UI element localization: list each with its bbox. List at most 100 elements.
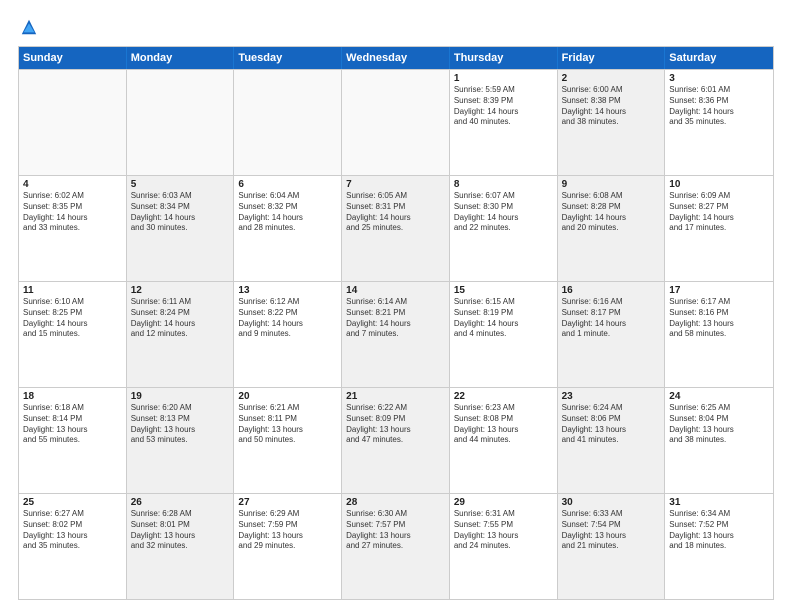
cell-text: Sunrise: 6:25 AM Sunset: 8:04 PM Dayligh… — [669, 403, 769, 446]
day-number: 25 — [23, 497, 122, 508]
calendar-header-cell: Wednesday — [342, 47, 450, 69]
cell-text: Sunrise: 6:09 AM Sunset: 8:27 PM Dayligh… — [669, 191, 769, 234]
calendar-cell — [234, 70, 342, 175]
day-number: 11 — [23, 285, 122, 296]
cell-text: Sunrise: 6:10 AM Sunset: 8:25 PM Dayligh… — [23, 297, 122, 340]
calendar-cell: 22Sunrise: 6:23 AM Sunset: 8:08 PM Dayli… — [450, 388, 558, 493]
cell-text: Sunrise: 6:21 AM Sunset: 8:11 PM Dayligh… — [238, 403, 337, 446]
cell-text: Sunrise: 6:31 AM Sunset: 7:55 PM Dayligh… — [454, 509, 553, 552]
day-number: 10 — [669, 179, 769, 190]
day-number: 1 — [454, 73, 553, 84]
cell-text: Sunrise: 6:08 AM Sunset: 8:28 PM Dayligh… — [562, 191, 661, 234]
calendar-cell — [19, 70, 127, 175]
day-number: 7 — [346, 179, 445, 190]
calendar-cell: 18Sunrise: 6:18 AM Sunset: 8:14 PM Dayli… — [19, 388, 127, 493]
day-number: 23 — [562, 391, 661, 402]
calendar-cell — [342, 70, 450, 175]
day-number: 4 — [23, 179, 122, 190]
cell-text: Sunrise: 6:14 AM Sunset: 8:21 PM Dayligh… — [346, 297, 445, 340]
day-number: 27 — [238, 497, 337, 508]
logo-icon — [20, 18, 38, 36]
calendar-header-cell: Tuesday — [234, 47, 342, 69]
cell-text: Sunrise: 6:03 AM Sunset: 8:34 PM Dayligh… — [131, 191, 230, 234]
cell-text: Sunrise: 6:23 AM Sunset: 8:08 PM Dayligh… — [454, 403, 553, 446]
calendar: SundayMondayTuesdayWednesdayThursdayFrid… — [18, 46, 774, 600]
day-number: 18 — [23, 391, 122, 402]
day-number: 24 — [669, 391, 769, 402]
calendar-cell: 8Sunrise: 6:07 AM Sunset: 8:30 PM Daylig… — [450, 176, 558, 281]
day-number: 3 — [669, 73, 769, 84]
day-number: 16 — [562, 285, 661, 296]
day-number: 22 — [454, 391, 553, 402]
cell-text: Sunrise: 6:29 AM Sunset: 7:59 PM Dayligh… — [238, 509, 337, 552]
cell-text: Sunrise: 6:15 AM Sunset: 8:19 PM Dayligh… — [454, 297, 553, 340]
day-number: 2 — [562, 73, 661, 84]
cell-text: Sunrise: 6:30 AM Sunset: 7:57 PM Dayligh… — [346, 509, 445, 552]
calendar-cell: 20Sunrise: 6:21 AM Sunset: 8:11 PM Dayli… — [234, 388, 342, 493]
calendar-cell: 4Sunrise: 6:02 AM Sunset: 8:35 PM Daylig… — [19, 176, 127, 281]
calendar-cell: 17Sunrise: 6:17 AM Sunset: 8:16 PM Dayli… — [665, 282, 773, 387]
day-number: 30 — [562, 497, 661, 508]
calendar-cell: 30Sunrise: 6:33 AM Sunset: 7:54 PM Dayli… — [558, 494, 666, 599]
day-number: 20 — [238, 391, 337, 402]
calendar-cell: 28Sunrise: 6:30 AM Sunset: 7:57 PM Dayli… — [342, 494, 450, 599]
calendar-header-cell: Saturday — [665, 47, 773, 69]
calendar-cell: 21Sunrise: 6:22 AM Sunset: 8:09 PM Dayli… — [342, 388, 450, 493]
logo — [18, 18, 38, 36]
cell-text: Sunrise: 6:12 AM Sunset: 8:22 PM Dayligh… — [238, 297, 337, 340]
day-number: 31 — [669, 497, 769, 508]
calendar-row: 4Sunrise: 6:02 AM Sunset: 8:35 PM Daylig… — [19, 175, 773, 281]
calendar-cell: 19Sunrise: 6:20 AM Sunset: 8:13 PM Dayli… — [127, 388, 235, 493]
cell-text: Sunrise: 6:33 AM Sunset: 7:54 PM Dayligh… — [562, 509, 661, 552]
day-number: 12 — [131, 285, 230, 296]
day-number: 8 — [454, 179, 553, 190]
day-number: 5 — [131, 179, 230, 190]
day-number: 29 — [454, 497, 553, 508]
cell-text: Sunrise: 6:24 AM Sunset: 8:06 PM Dayligh… — [562, 403, 661, 446]
cell-text: Sunrise: 6:27 AM Sunset: 8:02 PM Dayligh… — [23, 509, 122, 552]
calendar-cell: 6Sunrise: 6:04 AM Sunset: 8:32 PM Daylig… — [234, 176, 342, 281]
calendar-cell: 27Sunrise: 6:29 AM Sunset: 7:59 PM Dayli… — [234, 494, 342, 599]
page: SundayMondayTuesdayWednesdayThursdayFrid… — [0, 0, 792, 612]
day-number: 28 — [346, 497, 445, 508]
calendar-header-cell: Friday — [558, 47, 666, 69]
calendar-cell: 15Sunrise: 6:15 AM Sunset: 8:19 PM Dayli… — [450, 282, 558, 387]
calendar-cell: 9Sunrise: 6:08 AM Sunset: 8:28 PM Daylig… — [558, 176, 666, 281]
cell-text: Sunrise: 6:18 AM Sunset: 8:14 PM Dayligh… — [23, 403, 122, 446]
day-number: 13 — [238, 285, 337, 296]
calendar-cell: 12Sunrise: 6:11 AM Sunset: 8:24 PM Dayli… — [127, 282, 235, 387]
cell-text: Sunrise: 6:28 AM Sunset: 8:01 PM Dayligh… — [131, 509, 230, 552]
calendar-row: 1Sunrise: 5:59 AM Sunset: 8:39 PM Daylig… — [19, 69, 773, 175]
day-number: 19 — [131, 391, 230, 402]
calendar-row: 18Sunrise: 6:18 AM Sunset: 8:14 PM Dayli… — [19, 387, 773, 493]
calendar-cell: 24Sunrise: 6:25 AM Sunset: 8:04 PM Dayli… — [665, 388, 773, 493]
calendar-cell: 10Sunrise: 6:09 AM Sunset: 8:27 PM Dayli… — [665, 176, 773, 281]
cell-text: Sunrise: 6:07 AM Sunset: 8:30 PM Dayligh… — [454, 191, 553, 234]
header — [18, 18, 774, 36]
calendar-cell: 13Sunrise: 6:12 AM Sunset: 8:22 PM Dayli… — [234, 282, 342, 387]
calendar-cell: 11Sunrise: 6:10 AM Sunset: 8:25 PM Dayli… — [19, 282, 127, 387]
cell-text: Sunrise: 6:22 AM Sunset: 8:09 PM Dayligh… — [346, 403, 445, 446]
cell-text: Sunrise: 6:02 AM Sunset: 8:35 PM Dayligh… — [23, 191, 122, 234]
cell-text: Sunrise: 5:59 AM Sunset: 8:39 PM Dayligh… — [454, 85, 553, 128]
cell-text: Sunrise: 6:34 AM Sunset: 7:52 PM Dayligh… — [669, 509, 769, 552]
cell-text: Sunrise: 6:04 AM Sunset: 8:32 PM Dayligh… — [238, 191, 337, 234]
calendar-header-cell: Monday — [127, 47, 235, 69]
calendar-cell: 2Sunrise: 6:00 AM Sunset: 8:38 PM Daylig… — [558, 70, 666, 175]
calendar-body: 1Sunrise: 5:59 AM Sunset: 8:39 PM Daylig… — [19, 69, 773, 599]
day-number: 15 — [454, 285, 553, 296]
cell-text: Sunrise: 6:05 AM Sunset: 8:31 PM Dayligh… — [346, 191, 445, 234]
day-number: 21 — [346, 391, 445, 402]
day-number: 14 — [346, 285, 445, 296]
calendar-cell: 7Sunrise: 6:05 AM Sunset: 8:31 PM Daylig… — [342, 176, 450, 281]
day-number: 6 — [238, 179, 337, 190]
day-number: 17 — [669, 285, 769, 296]
calendar-cell: 29Sunrise: 6:31 AM Sunset: 7:55 PM Dayli… — [450, 494, 558, 599]
cell-text: Sunrise: 6:11 AM Sunset: 8:24 PM Dayligh… — [131, 297, 230, 340]
calendar-cell: 1Sunrise: 5:59 AM Sunset: 8:39 PM Daylig… — [450, 70, 558, 175]
cell-text: Sunrise: 6:00 AM Sunset: 8:38 PM Dayligh… — [562, 85, 661, 128]
calendar-cell: 25Sunrise: 6:27 AM Sunset: 8:02 PM Dayli… — [19, 494, 127, 599]
calendar-row: 11Sunrise: 6:10 AM Sunset: 8:25 PM Dayli… — [19, 281, 773, 387]
day-number: 9 — [562, 179, 661, 190]
calendar-cell: 23Sunrise: 6:24 AM Sunset: 8:06 PM Dayli… — [558, 388, 666, 493]
